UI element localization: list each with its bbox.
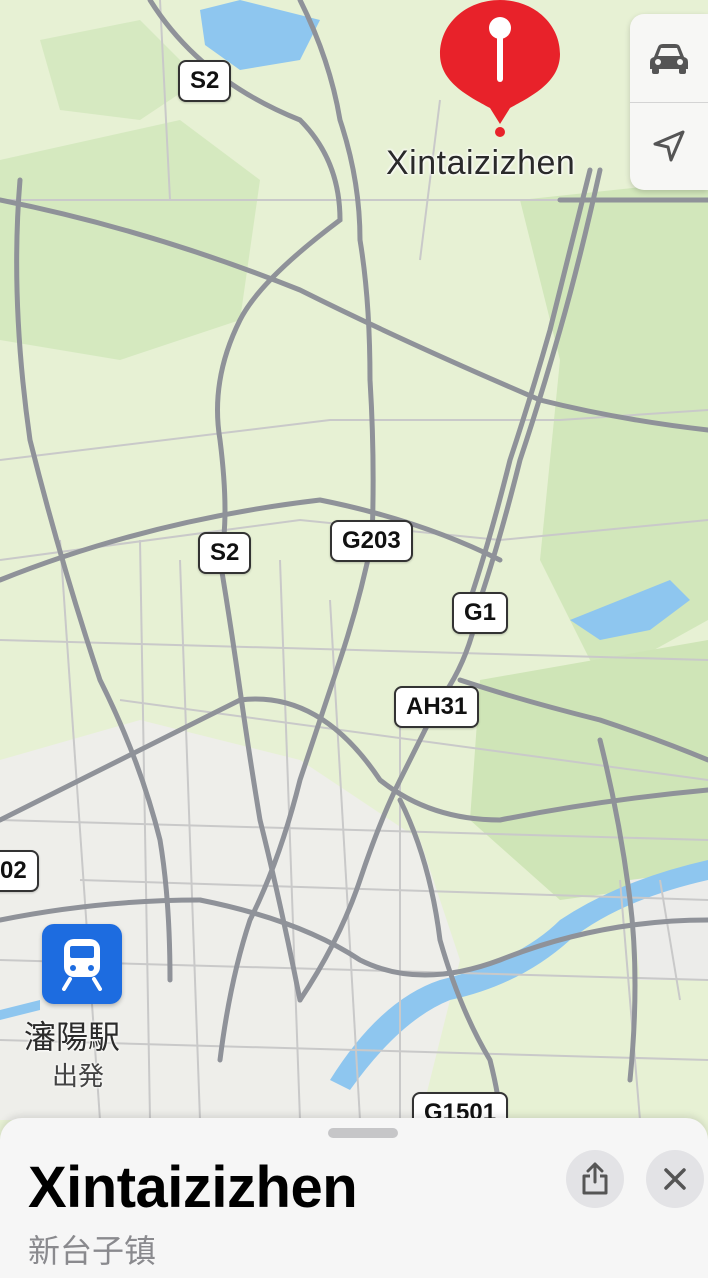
train-icon [62,939,102,991]
close-icon [664,1168,686,1190]
location-arrow-icon [653,130,685,162]
share-button[interactable] [566,1150,624,1208]
car-icon [650,44,688,74]
map-controls [630,14,708,190]
sheet-grabber[interactable] [328,1128,398,1138]
road-shield-ah31: AH31 [394,686,480,728]
place-title: Xintaizizhen [28,1155,358,1220]
road-shield-partial: 02 [0,850,39,892]
road-shield-g1: G1 [452,592,509,634]
road-shield-s2: S2 [198,532,252,574]
road-shield-g203: G203 [330,520,413,562]
locate-me-button[interactable] [630,102,708,190]
place-subtitle: 新台子镇 [28,1233,157,1269]
close-button[interactable] [646,1150,704,1208]
pin-label: Xintaizizhen [386,144,576,182]
driving-mode-button[interactable] [630,14,708,102]
station-sub-label: 出発 [52,1061,105,1091]
location-pin-icon[interactable] [438,0,562,126]
share-icon [582,1162,608,1195]
road-shield-s2: S2 [178,60,232,102]
map-canvas[interactable] [0,0,708,1260]
train-station-marker[interactable] [42,924,122,1004]
place-card-sheet[interactable]: Xintaizizhen 新台子镇 [0,1118,708,1278]
station-label: 瀋陽駅 [24,1019,121,1055]
